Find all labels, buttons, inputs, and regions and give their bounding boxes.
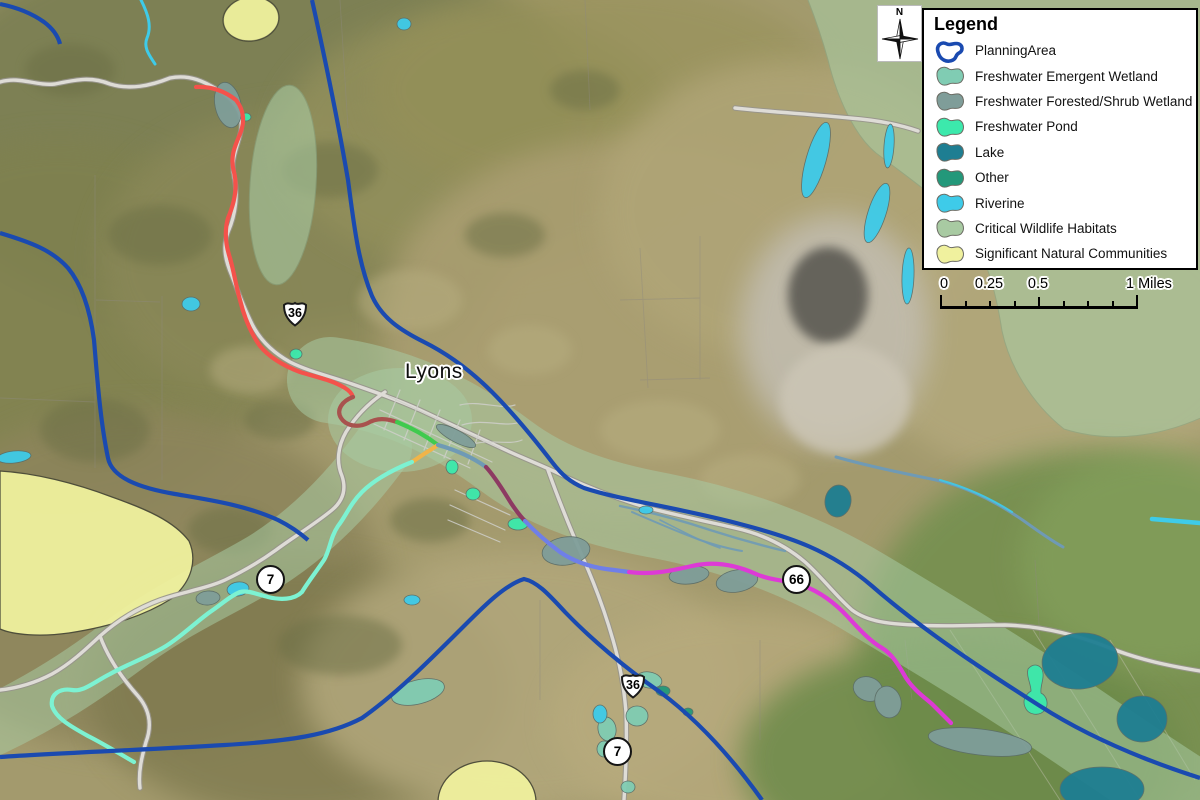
wetland-swatch-icon [932,63,966,89]
wetland-swatch-icon [932,114,966,140]
legend-item-other: Other [932,165,1196,190]
north-arrow: N [877,5,922,62]
highway-shield-us36-south: 36 [618,670,648,701]
scale-bar: 0 0.25 0.5 1 Miles [936,276,1192,312]
legend-item-emergent-wetland: Freshwater Emergent Wetland [932,63,1196,88]
legend-item-lake: Lake [932,140,1196,165]
wetland-swatch-icon [932,139,966,165]
wetland-swatch-icon [932,88,966,114]
wetland-swatch-icon [932,215,966,241]
scale-ruler [936,276,1192,312]
map-canvas[interactable]: Lyons 36 7 66 36 7 N [0,0,1200,800]
highway-shield-us36-north: 36 [280,298,310,329]
town-label-lyons: Lyons [405,360,463,384]
highway-shield-sh7-south: 7 [603,737,632,766]
wetland-swatch-icon [932,165,966,191]
legend-item-riverine: Riverine [932,190,1196,215]
legend-item-wildlife-habitats: Critical Wildlife Habitats [932,216,1196,241]
planning-area-swatch-icon [932,38,966,64]
legend-title: Legend [934,14,1196,35]
highway-shield-sh66: 66 [782,565,811,594]
legend-item-freshwater-pond: Freshwater Pond [932,114,1196,139]
legend-panel: Legend PlanningArea Freshwater Emergent … [922,8,1198,270]
compass-rose-icon [878,17,922,62]
legend-item-planning-area: PlanningArea [932,38,1196,63]
legend-item-natural-communities: Significant Natural Communities [932,241,1196,266]
wetland-swatch-icon [932,190,966,216]
legend-item-forested-wetland: Freshwater Forested/Shrub Wetland [932,89,1196,114]
wetland-swatch-icon [932,241,966,267]
highway-shield-sh7-west: 7 [256,565,285,594]
